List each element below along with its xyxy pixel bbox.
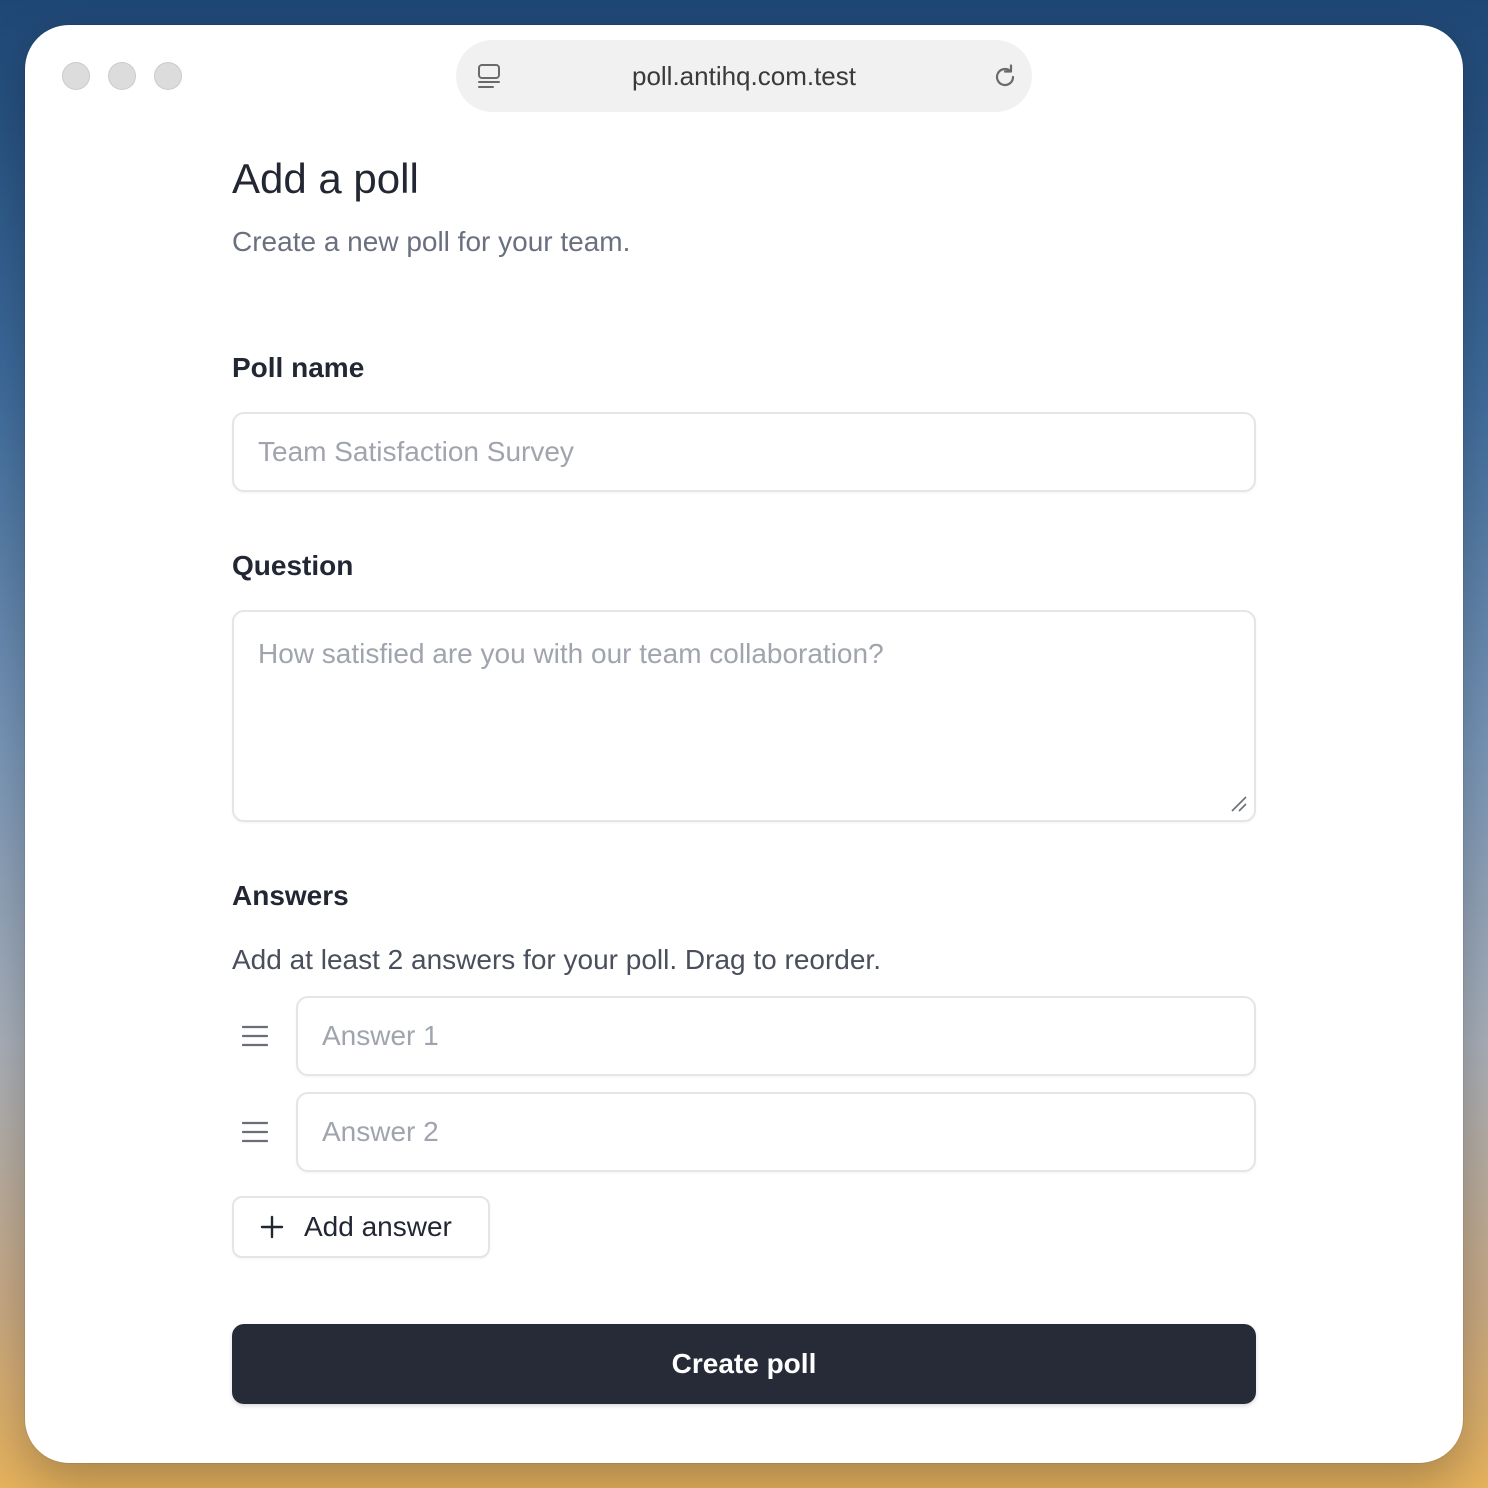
question-label: Question — [232, 550, 354, 581]
zoom-window-button[interactable] — [154, 62, 182, 90]
reload-icon[interactable] — [990, 62, 1020, 92]
page-subtitle: Create a new poll for your team. — [232, 226, 631, 257]
answer-1-input[interactable] — [296, 996, 1256, 1076]
drag-handle-icon[interactable] — [242, 1120, 268, 1144]
poll-name-input[interactable] — [232, 412, 1256, 492]
create-poll-button[interactable]: Create poll — [232, 1324, 1256, 1404]
answers-label: Answers — [232, 880, 349, 911]
add-answer-label: Add answer — [304, 1211, 452, 1242]
address-bar[interactable]: poll.antihq.com.test — [456, 40, 1032, 112]
plus-icon — [260, 1215, 284, 1239]
resize-grip-icon[interactable] — [1230, 795, 1248, 813]
close-window-button[interactable] — [62, 62, 90, 90]
answers-helper-text: Add at least 2 answers for your poll. Dr… — [232, 944, 881, 975]
answer-2-input[interactable] — [296, 1092, 1256, 1172]
add-answer-button[interactable]: Add answer — [232, 1196, 490, 1258]
minimize-window-button[interactable] — [108, 62, 136, 90]
poll-name-label: Poll name — [232, 352, 365, 383]
drag-handle-icon[interactable] — [242, 1024, 268, 1048]
url-text[interactable]: poll.antihq.com.test — [456, 40, 1032, 112]
page-title: Add a poll — [232, 155, 419, 202]
question-textarea[interactable] — [232, 610, 1256, 822]
browser-window: poll.antihq.com.test Add a poll Create a… — [25, 25, 1463, 1463]
